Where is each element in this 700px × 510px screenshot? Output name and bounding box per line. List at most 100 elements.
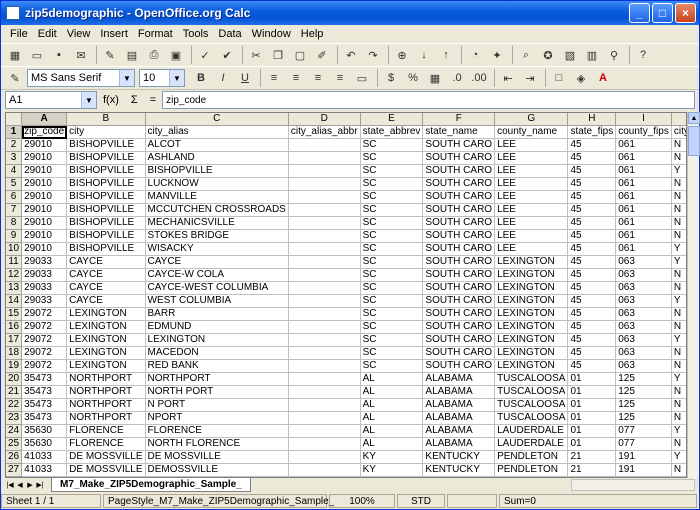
- preview-icon[interactable]: ▣: [166, 45, 186, 65]
- cell[interactable]: Y: [671, 255, 686, 269]
- row-header[interactable]: 25: [6, 437, 23, 451]
- cell[interactable]: city: [66, 125, 146, 139]
- cell[interactable]: 45: [567, 203, 617, 217]
- cell[interactable]: SC: [360, 190, 424, 204]
- menu-file[interactable]: File: [5, 28, 33, 40]
- navigator-icon[interactable]: ✪: [538, 45, 558, 65]
- cell[interactable]: 063: [615, 255, 672, 269]
- cell[interactable]: TUSCALOOSA: [494, 411, 569, 425]
- cell[interactable]: N: [671, 177, 686, 191]
- cell[interactable]: LEE: [494, 164, 569, 178]
- cell[interactable]: SOUTH CARO: [422, 229, 496, 243]
- column-header-c[interactable]: C: [145, 113, 289, 126]
- cell[interactable]: 29010: [21, 164, 68, 178]
- cell[interactable]: LEE: [494, 138, 569, 152]
- cell[interactable]: CAYCE: [66, 268, 146, 282]
- cell[interactable]: 125: [615, 385, 672, 399]
- print-icon[interactable]: ⎙: [144, 45, 164, 65]
- hyperlink-icon[interactable]: ⊕: [392, 45, 412, 65]
- cell[interactable]: N: [671, 398, 686, 412]
- spellcheck-icon[interactable]: ✓: [195, 45, 215, 65]
- email-icon[interactable]: ✉: [71, 45, 91, 65]
- cell[interactable]: city_alias: [145, 125, 289, 139]
- row-header[interactable]: 14: [6, 294, 23, 308]
- cell[interactable]: NORTHPORT: [66, 411, 146, 425]
- cell[interactable]: LEXINGTON: [494, 255, 569, 269]
- cell[interactable]: LEXINGTON: [66, 359, 146, 373]
- cell[interactable]: zip_code: [21, 125, 68, 139]
- menu-view[interactable]: View: [62, 28, 96, 40]
- cell[interactable]: 21: [567, 463, 617, 477]
- open-icon[interactable]: ▭: [27, 45, 47, 65]
- sum-icon[interactable]: Σ: [131, 94, 138, 106]
- cell[interactable]: [288, 320, 361, 334]
- align-center-icon[interactable]: ≡: [286, 68, 306, 88]
- cell[interactable]: 077: [615, 424, 672, 438]
- column-header-e[interactable]: E: [360, 113, 424, 126]
- cell[interactable]: 29033: [21, 281, 68, 295]
- row-header[interactable]: 9: [6, 229, 23, 243]
- cell[interactable]: STOKES BRIDGE: [145, 229, 289, 243]
- row-header[interactable]: 18: [6, 346, 23, 360]
- save-icon[interactable]: ▪: [49, 45, 69, 65]
- cell[interactable]: LEXINGTON: [66, 333, 146, 347]
- cell[interactable]: LEE: [494, 203, 569, 217]
- cell[interactable]: [288, 372, 361, 386]
- cell[interactable]: Y: [671, 333, 686, 347]
- cell[interactable]: FLORENCE: [145, 424, 289, 438]
- name-box[interactable]: A1 ▼: [5, 91, 97, 109]
- cell[interactable]: [288, 164, 361, 178]
- close-button[interactable]: ×: [675, 3, 696, 23]
- cell[interactable]: 29010: [21, 177, 68, 191]
- menu-help[interactable]: Help: [296, 28, 329, 40]
- column-header-b[interactable]: B: [66, 113, 146, 126]
- cell[interactable]: SOUTH CARO: [422, 164, 496, 178]
- cell[interactable]: N: [671, 216, 686, 230]
- cell[interactable]: 063: [615, 268, 672, 282]
- cell[interactable]: 061: [615, 203, 672, 217]
- decrease-indent-icon[interactable]: ⇤: [498, 68, 518, 88]
- datasources-icon[interactable]: ▥: [582, 45, 602, 65]
- cell[interactable]: 063: [615, 281, 672, 295]
- cell[interactable]: CAYCE-W COLA: [145, 268, 289, 282]
- row-header[interactable]: 4: [6, 164, 23, 178]
- increase-indent-icon[interactable]: ⇥: [520, 68, 540, 88]
- cell[interactable]: MECHANICSVILLE: [145, 216, 289, 230]
- cell[interactable]: 29072: [21, 346, 68, 360]
- cell[interactable]: 063: [615, 307, 672, 321]
- cell[interactable]: [288, 385, 361, 399]
- function-wizard-icon[interactable]: f(x): [103, 94, 119, 106]
- cell[interactable]: SC: [360, 359, 424, 373]
- cell[interactable]: SC: [360, 333, 424, 347]
- cell[interactable]: ALABAMA: [422, 385, 496, 399]
- row-header[interactable]: 21: [6, 385, 23, 399]
- cell[interactable]: AL: [360, 372, 424, 386]
- cell[interactable]: N: [671, 307, 686, 321]
- cell[interactable]: 45: [567, 242, 617, 256]
- cell[interactable]: DE MOSSVILLE: [66, 463, 146, 477]
- cell[interactable]: N: [671, 320, 686, 334]
- cell[interactable]: 45: [567, 138, 617, 152]
- cell[interactable]: county_name: [494, 125, 569, 139]
- row-header[interactable]: 16: [6, 320, 23, 334]
- cell[interactable]: N: [671, 385, 686, 399]
- cell[interactable]: 01: [567, 398, 617, 412]
- copy-icon[interactable]: ❐: [268, 45, 288, 65]
- column-header-g[interactable]: G: [494, 113, 569, 126]
- cell[interactable]: NORTHPORT: [66, 372, 146, 386]
- cell[interactable]: 21: [567, 450, 617, 464]
- cell[interactable]: SC: [360, 164, 424, 178]
- cell[interactable]: 125: [615, 411, 672, 425]
- cell[interactable]: N: [671, 463, 686, 477]
- row-header[interactable]: 12: [6, 268, 23, 282]
- delete-decimal-icon[interactable]: .00: [469, 68, 489, 88]
- row-header[interactable]: 19: [6, 359, 23, 373]
- first-sheet-icon[interactable]: |◀: [5, 479, 15, 491]
- cell[interactable]: N: [671, 281, 686, 295]
- cell[interactable]: [288, 229, 361, 243]
- cell[interactable]: [288, 346, 361, 360]
- cell[interactable]: city_alias_abbr: [288, 125, 361, 139]
- cell[interactable]: LEE: [494, 229, 569, 243]
- cell[interactable]: SC: [360, 216, 424, 230]
- formula-input[interactable]: zip_code: [162, 91, 695, 109]
